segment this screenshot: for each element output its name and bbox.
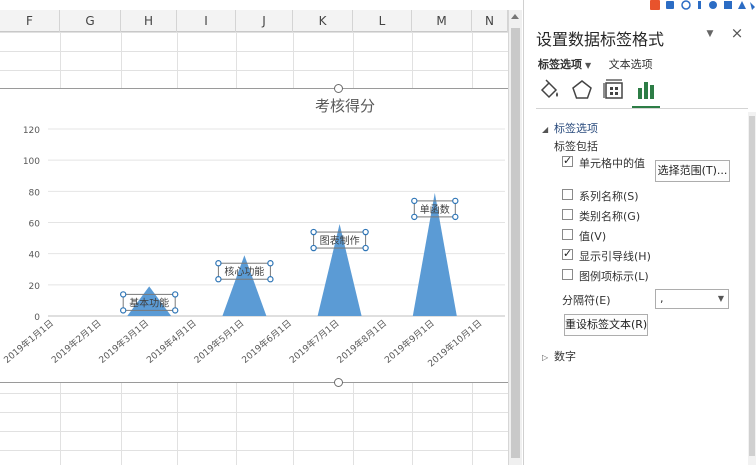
excel-window: F G H I J K L M N 考核得分 0 20 40 60 80 100 120 20… (0, 0, 756, 465)
pane-scrollbar[interactable] (748, 112, 756, 465)
checkbox[interactable] (562, 189, 573, 200)
y-tick-label: 120 (23, 126, 40, 136)
column-header-j[interactable]: J (236, 10, 293, 32)
column-header-row: F G H I J K L M N (0, 10, 508, 32)
section-label-options[interactable]: ◢ 标签选项 (542, 120, 598, 136)
divider (536, 108, 748, 109)
checkbox[interactable] (562, 229, 573, 240)
y-tick-label: 60 (29, 220, 41, 230)
data-label-handle[interactable] (171, 291, 179, 298)
x-tick-label: 2019年3月1日 (96, 317, 151, 366)
section-number[interactable]: ▷ 数字 (542, 348, 576, 364)
data-label[interactable]: 图表制作 (320, 234, 360, 247)
x-tick-label: 2019年2月1日 (49, 317, 104, 366)
ime-icons (650, 0, 755, 10)
column-header-i[interactable]: I (177, 10, 236, 32)
data-label[interactable]: 核心功能 (224, 265, 264, 278)
y-tick-label: 0 (34, 313, 40, 323)
data-label-handle[interactable] (267, 276, 274, 283)
chevron-right-icon: ▷ (542, 353, 549, 362)
x-tick-label: 2019年5月1日 (192, 317, 247, 366)
chart-area[interactable]: 考核得分 0 20 40 60 80 100 120 2019年1月1日 2019年2月1日 20… (0, 84, 508, 387)
size-properties-icon[interactable] (602, 78, 626, 102)
data-label-handle[interactable] (362, 244, 369, 252)
column-header-n[interactable]: N (472, 10, 508, 32)
tab-text-options[interactable]: 文本选项 (609, 56, 653, 72)
checkbox[interactable] (562, 154, 573, 167)
scroll-up-arrow-icon[interactable] (511, 14, 519, 19)
x-tick-label: 2019年6月1日 (239, 317, 294, 366)
paint-bucket-icon[interactable] (538, 78, 562, 102)
data-label-handle[interactable] (267, 260, 274, 267)
triangle-bar[interactable] (222, 255, 267, 316)
x-tick-label: 2019年1月1日 (1, 317, 56, 366)
column-header-h[interactable]: H (121, 10, 177, 32)
column-header-g[interactable]: G (60, 10, 121, 32)
data-label-handle[interactable] (215, 276, 222, 283)
y-tick-label: 20 (29, 282, 41, 292)
scrollbar-thumb[interactable] (511, 28, 520, 458)
separator-select[interactable]: , ▼ (655, 289, 729, 309)
chevron-down-icon: ▼ (717, 294, 724, 303)
separator-label: 分隔符(E) (562, 294, 611, 307)
y-tick-label: 100 (23, 157, 40, 167)
checkbox[interactable] (562, 209, 573, 220)
data-label-handle[interactable] (452, 213, 459, 221)
x-tick-label: 2019年7月1日 (287, 317, 342, 366)
chevron-down-icon: ▼ (585, 61, 592, 70)
ime-toolbar-icons (586, 0, 756, 12)
data-label-handle[interactable] (171, 307, 179, 314)
chart-plot[interactable]: 0 20 40 60 80 100 120 2019年1月1日2019年2月1日2019年3月… (0, 89, 508, 384)
data-label-handle[interactable] (119, 307, 127, 314)
worksheet: F G H I J K L M N 考核得分 0 20 40 60 80 100 120 20… (0, 0, 508, 465)
select-range-button[interactable]: 选择范围(T)... (655, 160, 730, 182)
checkbox[interactable] (562, 269, 573, 280)
column-header-k[interactable]: K (293, 10, 353, 32)
column-header-l[interactable]: L (353, 10, 412, 32)
tab-label-options[interactable]: 标签选项 ▼ (538, 56, 591, 72)
data-label[interactable]: 单函数 (420, 203, 450, 216)
label-contains-heading: 标签包括 (554, 140, 598, 153)
pentagon-effects-icon[interactable] (570, 78, 594, 102)
checkbox[interactable] (562, 247, 573, 260)
close-icon[interactable]: × (729, 25, 745, 41)
column-header-m[interactable]: M (412, 10, 472, 32)
data-label[interactable]: 基本功能 (129, 296, 169, 309)
data-label-handle[interactable] (310, 228, 317, 236)
pane-title: 设置数据标签格式 (536, 30, 665, 49)
x-tick-label: 2019年4月1日 (144, 317, 199, 366)
column-header-f[interactable]: F (0, 10, 60, 32)
x-tick-label: 2019年9月1日 (382, 317, 437, 366)
pane-options-dropdown-icon[interactable]: ▼ (704, 29, 716, 41)
pane-tabs: 标签选项 ▼ 文本选项 (538, 56, 667, 72)
ribbon-edge (0, 0, 508, 10)
format-data-labels-pane: 设置数据标签格式 ▼ × 标签选项 ▼ 文本选项 ◢ 标签选项 标签包括 ✓ 单… (523, 0, 756, 465)
data-label-handle[interactable] (411, 213, 418, 221)
separator-value: , (660, 292, 664, 305)
data-label-handle[interactable] (215, 260, 222, 267)
data-label-handle[interactable] (119, 291, 127, 298)
reset-label-text-button[interactable]: 重设标签文本(R) (564, 314, 648, 336)
sheet-vertical-scrollbar[interactable] (508, 10, 522, 465)
chevron-expanded-icon: ◢ (542, 125, 549, 134)
scrollbar-thumb[interactable] (749, 116, 755, 456)
bar-chart-icon[interactable] (634, 78, 658, 102)
data-label-handle[interactable] (452, 197, 459, 205)
y-tick-label: 40 (29, 251, 41, 261)
data-label-handle[interactable] (362, 228, 369, 236)
data-label-handle[interactable] (310, 244, 317, 252)
y-tick-label: 80 (29, 188, 41, 198)
data-label-handle[interactable] (411, 197, 418, 205)
x-tick-label: 2019年8月1日 (334, 317, 389, 366)
